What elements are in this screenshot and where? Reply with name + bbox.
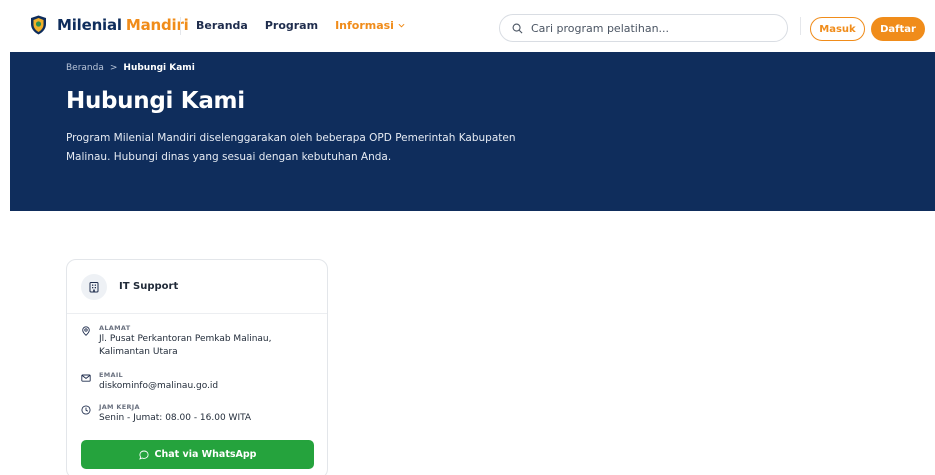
brand-name: Milenial Mandiri xyxy=(57,16,189,34)
nav-item-label: Program xyxy=(264,19,319,32)
whatsapp-chat-button[interactable]: Chat via WhatsApp xyxy=(81,440,314,469)
login-button[interactable]: Masuk xyxy=(810,17,865,41)
nav-item-informasi[interactable]: Informasi xyxy=(335,19,405,32)
breadcrumb-home-link[interactable]: Beranda xyxy=(66,63,104,73)
nav-item-program[interactable]: Program xyxy=(265,19,318,32)
address-row: ALAMAT Jl. Pusat Perkantoran Pemkab Mali… xyxy=(81,324,272,359)
clock-icon xyxy=(81,405,91,415)
search-input[interactable] xyxy=(531,21,771,35)
header-divider xyxy=(180,17,181,35)
logo-shield-icon xyxy=(31,15,46,35)
register-button[interactable]: Daftar xyxy=(871,17,925,41)
top-navbar: Milenial Mandiri Beranda Program Informas… xyxy=(0,0,935,52)
nav-item-beranda[interactable]: Beranda xyxy=(196,19,248,32)
email-label: EMAIL xyxy=(99,371,123,379)
mail-icon xyxy=(81,374,91,382)
chat-bubble-icon xyxy=(138,450,149,460)
map-pin-icon xyxy=(82,326,90,336)
hours-label: JAM KERJA xyxy=(99,403,140,411)
main-nav: Beranda Program Informasi xyxy=(196,19,422,32)
building-icon xyxy=(89,281,99,292)
hours-row: JAM KERJA Senin - Jumat: 08.00 - 16.00 W… xyxy=(81,403,251,425)
breadcrumb-current: Hubungi Kami xyxy=(123,63,195,73)
email-value[interactable]: diskominfo@malinau.go.id xyxy=(99,380,218,393)
brand-name-part1: Milenial xyxy=(57,16,122,34)
email-row: EMAIL diskominfo@malinau.go.id xyxy=(81,371,218,393)
brand-logo[interactable]: Milenial Mandiri xyxy=(30,15,189,35)
contact-card: IT Support ALAMAT Jl. Pusat Perkantoran … xyxy=(66,259,328,475)
hero-banner: Beranda > Hubungi Kami Hubungi Kami Prog… xyxy=(10,52,935,211)
page-description-line: Program Milenial Mandiri diselenggarakan… xyxy=(66,132,516,144)
address-value: Jl. Pusat Perkantoran Pemkab Malinau, Ka… xyxy=(99,333,272,359)
chevron-down-icon xyxy=(398,23,405,28)
search-bar[interactable] xyxy=(499,14,788,42)
whatsapp-button-label: Chat via WhatsApp xyxy=(154,449,257,460)
contact-card-header: IT Support xyxy=(67,260,327,314)
building-icon-badge xyxy=(81,273,107,300)
breadcrumb-separator: > xyxy=(109,63,118,73)
search-icon xyxy=(512,23,523,33)
nav-item-label: Informasi xyxy=(335,19,394,32)
contact-card-title: IT Support xyxy=(119,281,179,292)
page-description: Program Milenial Mandiri diselenggarakan… xyxy=(66,129,586,167)
breadcrumb: Beranda > Hubungi Kami xyxy=(66,63,195,73)
header-divider xyxy=(800,17,801,35)
address-line: Kalimantan Utara xyxy=(99,347,178,357)
page-description-line: Malinau. Hubungi dinas yang sesuai denga… xyxy=(66,151,392,163)
address-label: ALAMAT xyxy=(99,324,131,332)
page-title: Hubungi Kami xyxy=(66,88,245,114)
nav-item-label: Beranda xyxy=(196,19,248,32)
hours-value: Senin - Jumat: 08.00 - 16.00 WITA xyxy=(99,413,252,423)
address-line: Jl. Pusat Perkantoran Pemkab Malinau, xyxy=(99,334,272,344)
